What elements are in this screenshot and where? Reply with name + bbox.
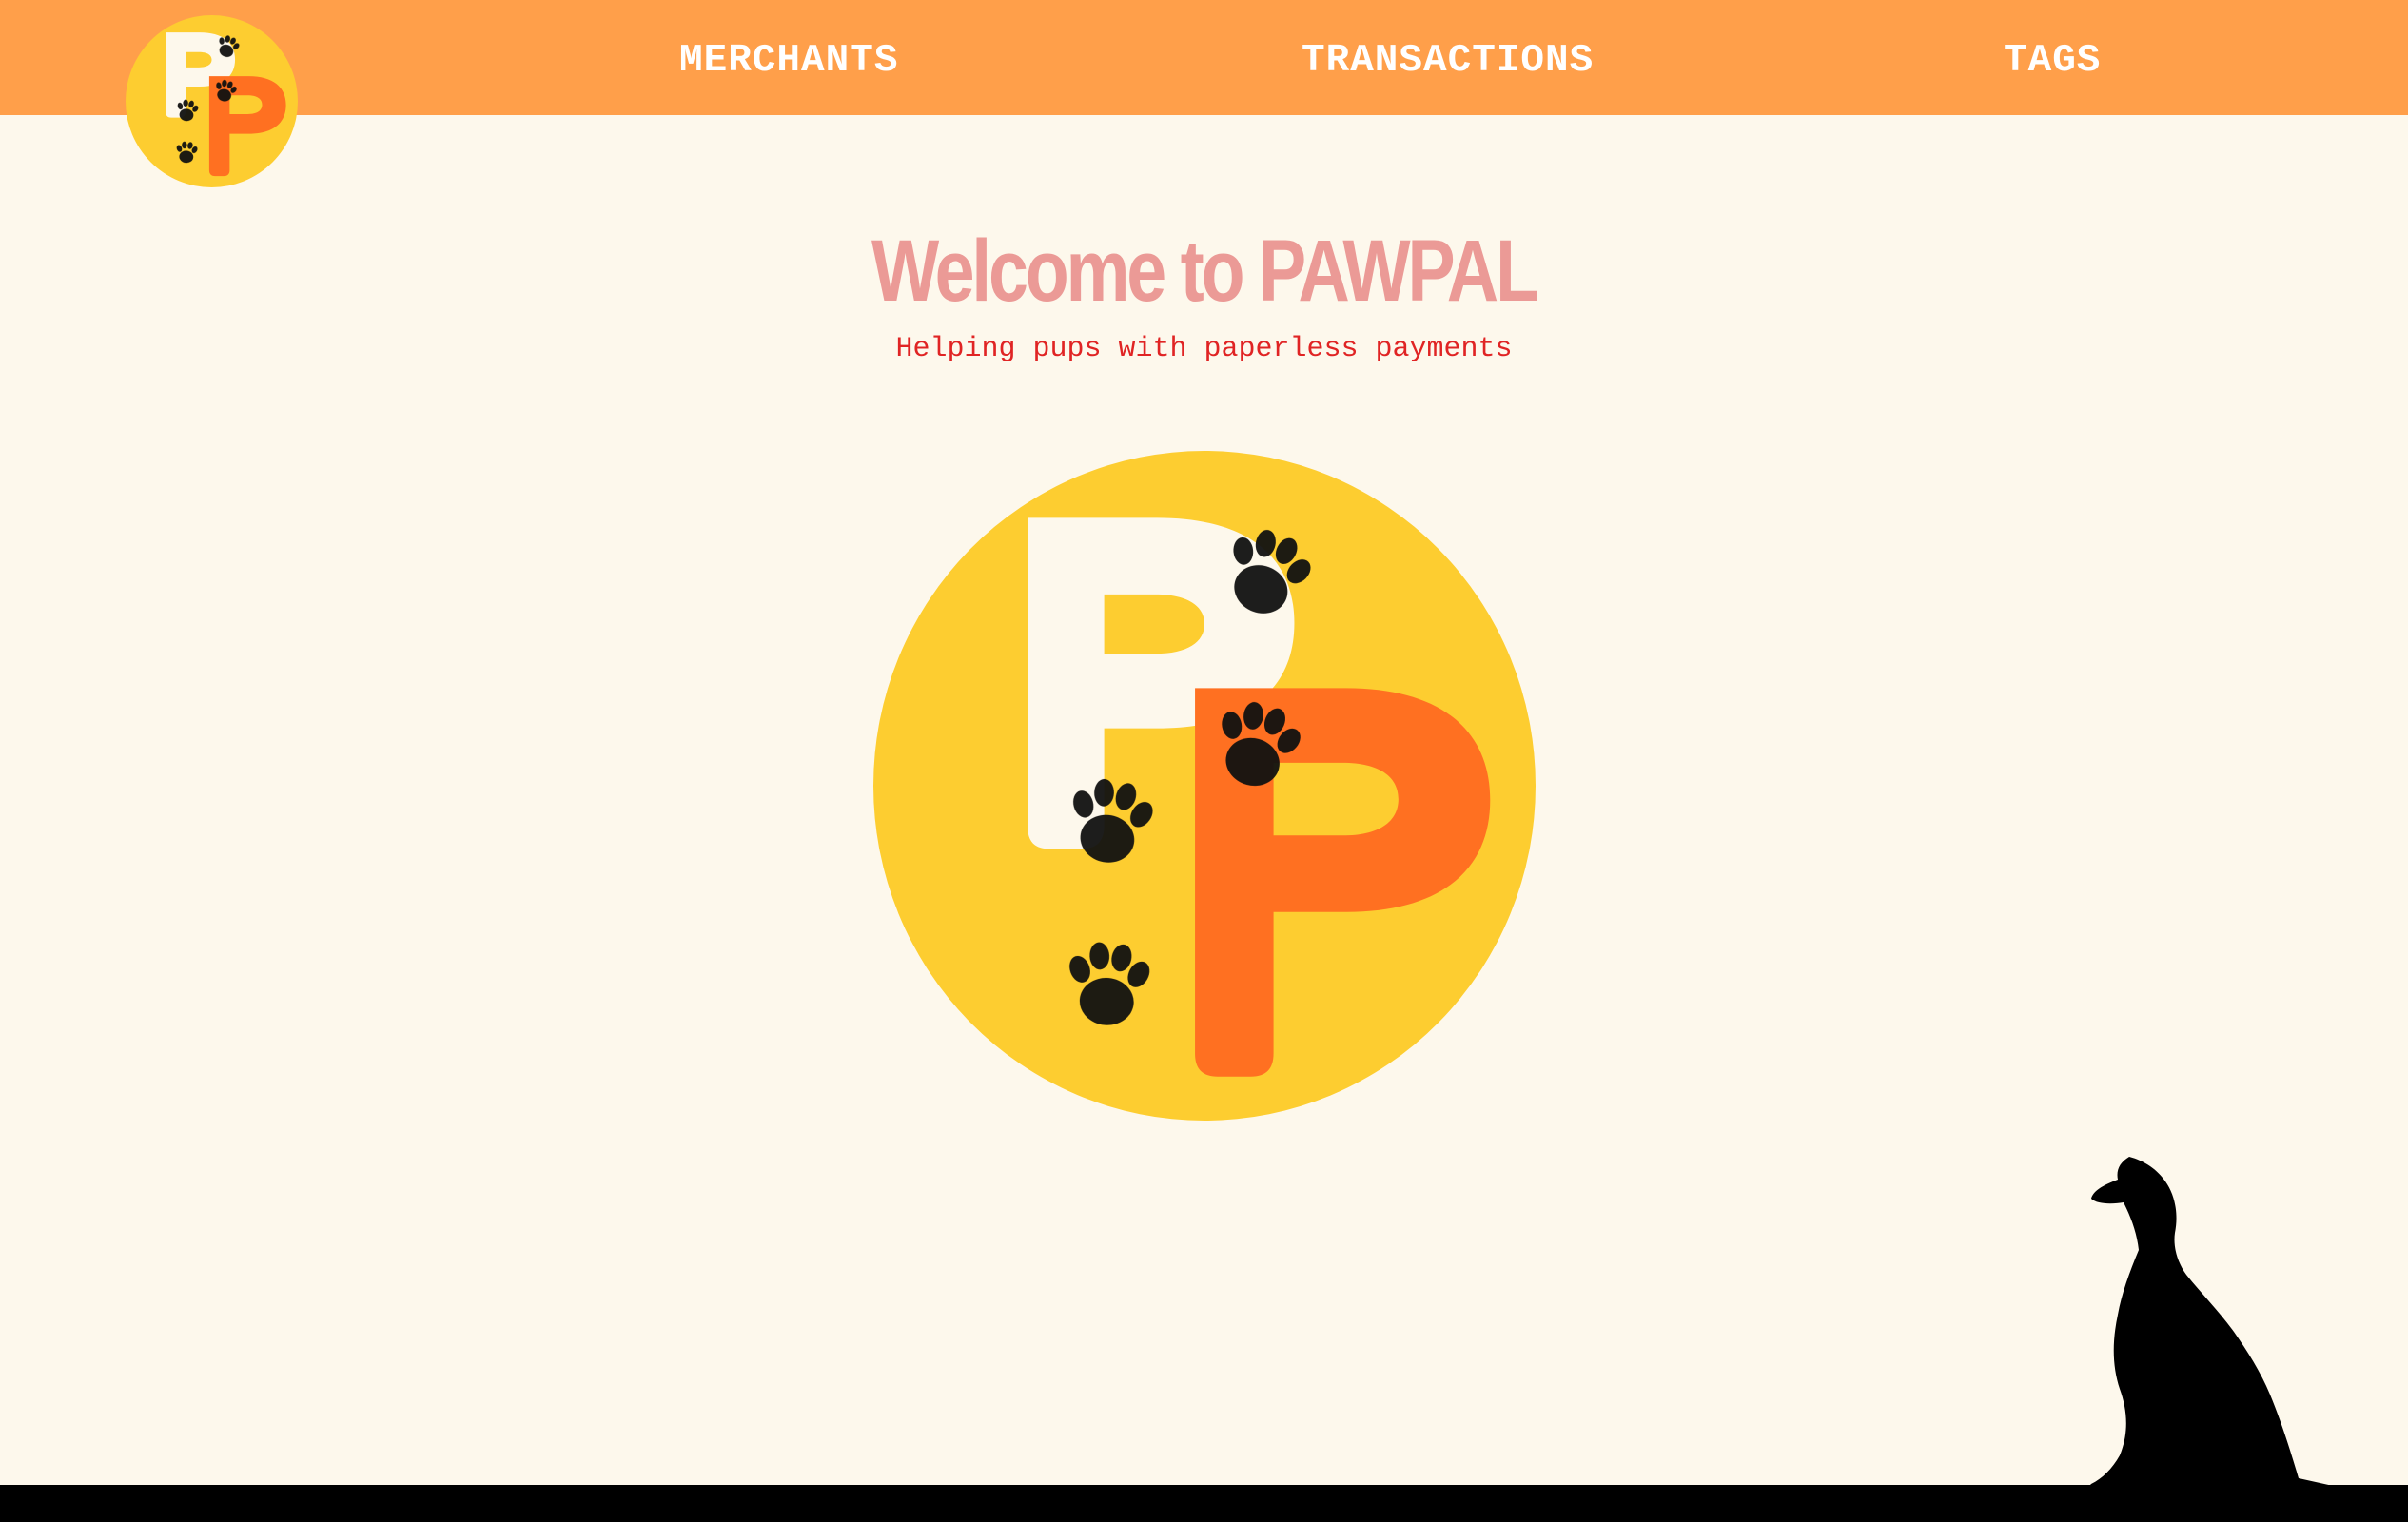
nav-link-transactions[interactable]: TRANSACTIONS xyxy=(1302,36,1594,86)
footer-bar xyxy=(0,1485,2408,1522)
nav-link-tags[interactable]: TAGS xyxy=(2004,36,2101,86)
pawpal-hero-logo-icon xyxy=(873,451,1536,1121)
nav-link-merchants[interactable]: MERCHANTS xyxy=(679,36,898,86)
page-title: Welcome to PAWPAL xyxy=(871,223,1539,320)
page-subtitle: Helping pups with paperless payments xyxy=(895,333,1513,365)
pawpal-logo-icon[interactable] xyxy=(126,15,298,187)
dog-silhouette-icon xyxy=(2085,1157,2350,1490)
navbar: MERCHANTS TRANSACTIONS TAGS xyxy=(0,0,2408,115)
